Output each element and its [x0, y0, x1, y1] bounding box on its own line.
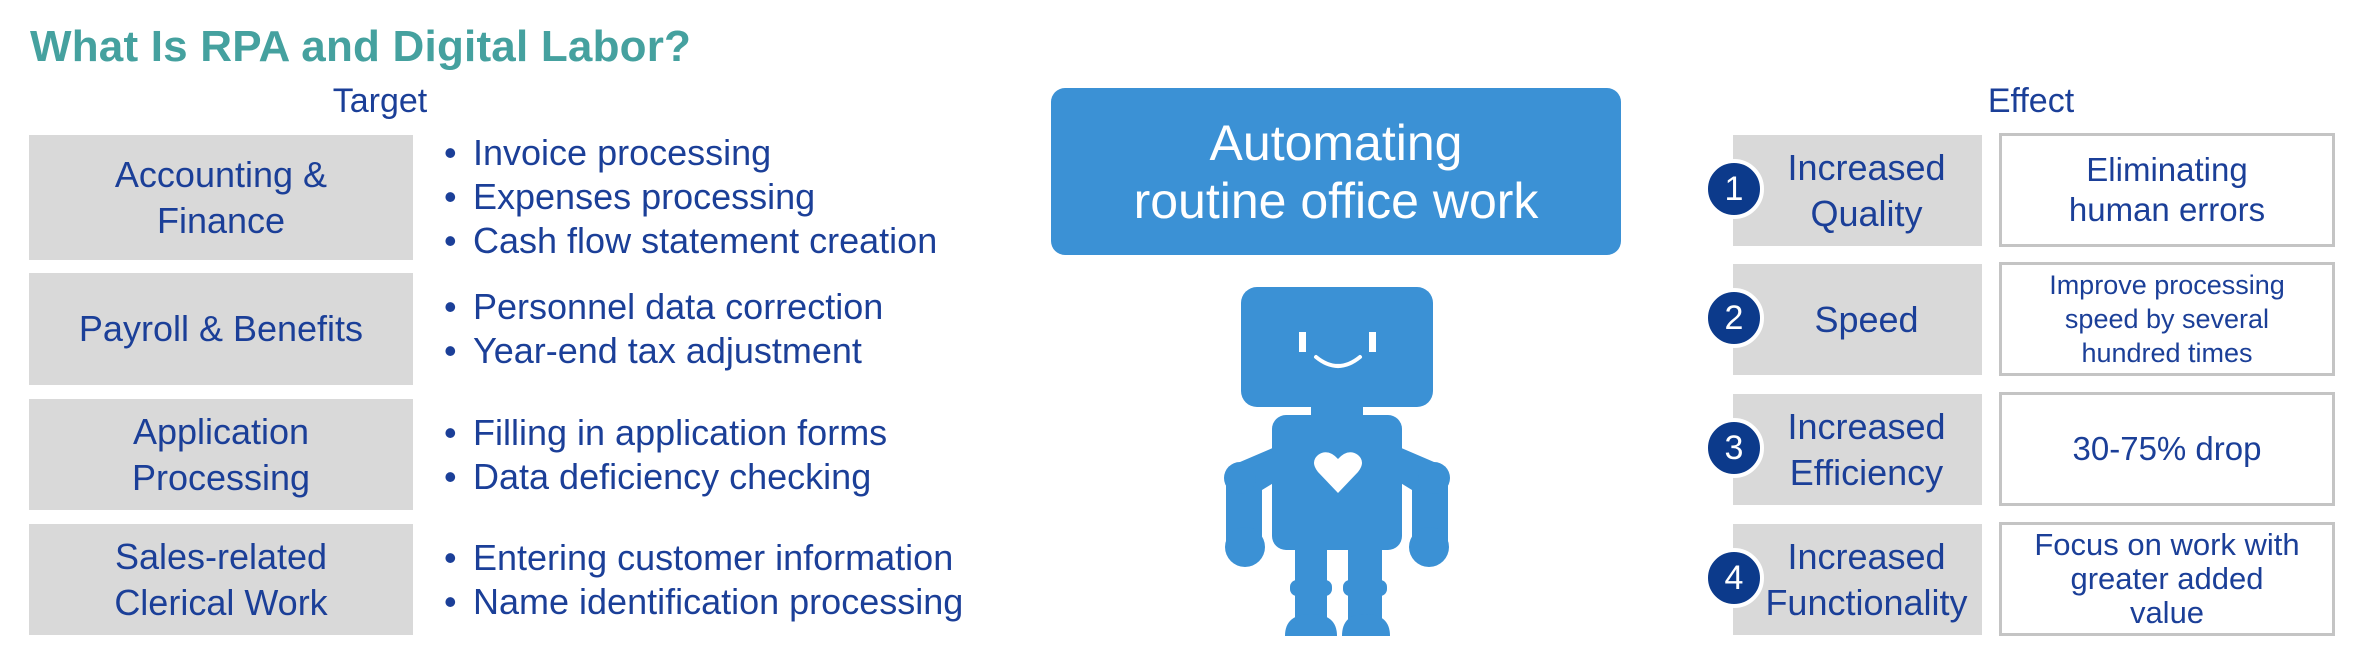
number-badge-2: 2: [1704, 288, 1764, 348]
effect-detail-box-quality: Eliminating human errors: [1999, 133, 2335, 247]
page-title: What Is RPA and Digital Labor?: [30, 22, 692, 71]
robot-left-eye: [1299, 332, 1306, 352]
category-label-line: Finance: [156, 199, 286, 241]
bullet-icon: •: [444, 580, 457, 622]
effect-label-line: Quality: [1810, 192, 1923, 234]
number-badge-4: 4: [1704, 548, 1764, 608]
effect-label-line: Efficiency: [1789, 451, 1944, 493]
robot-right-knee: [1343, 580, 1387, 596]
effect-detail-line: human errors: [2068, 191, 2266, 228]
number-badge-1: 1: [1704, 159, 1764, 219]
robot-icon: [1224, 287, 1450, 636]
category-label-line: Processing: [131, 456, 311, 498]
bullet-icon: •: [444, 455, 457, 497]
robot-right-shoulder: [1418, 462, 1450, 494]
bullet-icon: •: [444, 286, 457, 327]
bullet-icon: •: [444, 536, 457, 578]
headline-box: Automating routine office work: [1051, 88, 1621, 255]
category-label-line: Payroll & Benefits: [78, 308, 364, 349]
task-item: • Filling in application forms: [444, 411, 888, 453]
effect-detail-line: hundred times: [2081, 338, 2253, 368]
effect-detail-box-speed: Improve processing speed by several hund…: [1999, 262, 2335, 376]
effect-detail-line: value: [2129, 595, 2205, 630]
robot-right-hand: [1409, 527, 1449, 567]
robot-head: [1241, 287, 1433, 407]
effect-detail-line: greater added: [2070, 561, 2264, 596]
robot-left-shoulder: [1224, 462, 1256, 494]
number-badge-3: 3: [1704, 418, 1764, 478]
category-box-application-processing: Application Processing: [29, 399, 413, 510]
task-item: • Expenses processing: [444, 176, 816, 217]
task-list-application-processing: • Filling in application forms • Data defi…: [444, 399, 887, 510]
category-label-line: Accounting &: [114, 153, 328, 195]
robot-left-foot: [1285, 614, 1337, 636]
effect-label-line: Speed: [1814, 298, 1919, 340]
effect-label-line: Increased: [1787, 146, 1946, 188]
effect-header: Effect: [1987, 82, 2075, 120]
robot-left-knee: [1290, 580, 1332, 596]
robot-left-hand: [1225, 527, 1265, 567]
effect-label-box-efficiency: Increased Efficiency: [1733, 394, 1982, 505]
effect-label-box-quality: Increased Quality: [1733, 135, 1982, 246]
task-item: • Name identification processing: [444, 580, 964, 622]
effect-detail-line: Improve processing: [2049, 270, 2285, 300]
category-box-sales-clerical: Sales-related Clerical Work: [29, 524, 413, 635]
effect-detail-line: Focus on work with: [2034, 527, 2300, 562]
effect-label-box-speed: Speed: [1733, 264, 1982, 375]
effect-label-line: Functionality: [1765, 581, 1968, 623]
effect-label-line: Increased: [1787, 535, 1946, 577]
category-label-line: Application: [132, 410, 310, 452]
effect-detail-box-functionality: Focus on work with greater added value: [1999, 522, 2335, 636]
robot-right-eye: [1369, 332, 1376, 352]
category-label-line: Sales-related: [114, 535, 328, 577]
bullet-icon: •: [444, 176, 457, 217]
task-item: • Cash flow statement creation: [444, 220, 938, 261]
task-item: • Personnel data correction: [444, 286, 884, 327]
effect-detail-line: speed by several: [2064, 304, 2270, 334]
headline-line: Automating: [1209, 114, 1463, 171]
effect-detail-line: Eliminating: [2086, 151, 2248, 188]
task-list-accounting-finance: • Invoice processing • Expenses processing…: [444, 131, 937, 263]
effect-detail-box-efficiency: 30-75% drop: [1999, 392, 2335, 506]
headline-line: routine office work: [1133, 172, 1539, 229]
bullet-icon: •: [444, 220, 457, 261]
bullet-icon: •: [444, 132, 457, 173]
target-header: Target: [332, 82, 428, 120]
category-box-accounting-finance: Accounting & Finance: [29, 135, 413, 260]
task-list-payroll-benefits: • Personnel data correction • Year-end tax…: [444, 273, 883, 385]
task-list-sales-clerical: • Entering customer information • Name ide…: [444, 524, 963, 635]
effect-label-box-functionality: Increased Functionality: [1733, 524, 1982, 635]
bullet-icon: •: [444, 411, 457, 453]
task-item: • Entering customer information: [444, 536, 954, 578]
task-item: • Invoice processing: [444, 132, 772, 173]
task-item: • Year-end tax adjustment: [444, 330, 862, 371]
effect-detail-line: 30-75% drop: [2072, 430, 2262, 467]
bullet-icon: •: [444, 330, 457, 371]
task-item: • Data deficiency checking: [444, 455, 872, 497]
effect-label-line: Increased: [1787, 405, 1946, 447]
category-box-payroll-benefits: Payroll & Benefits: [29, 273, 413, 385]
category-label-line: Clerical Work: [114, 581, 328, 623]
